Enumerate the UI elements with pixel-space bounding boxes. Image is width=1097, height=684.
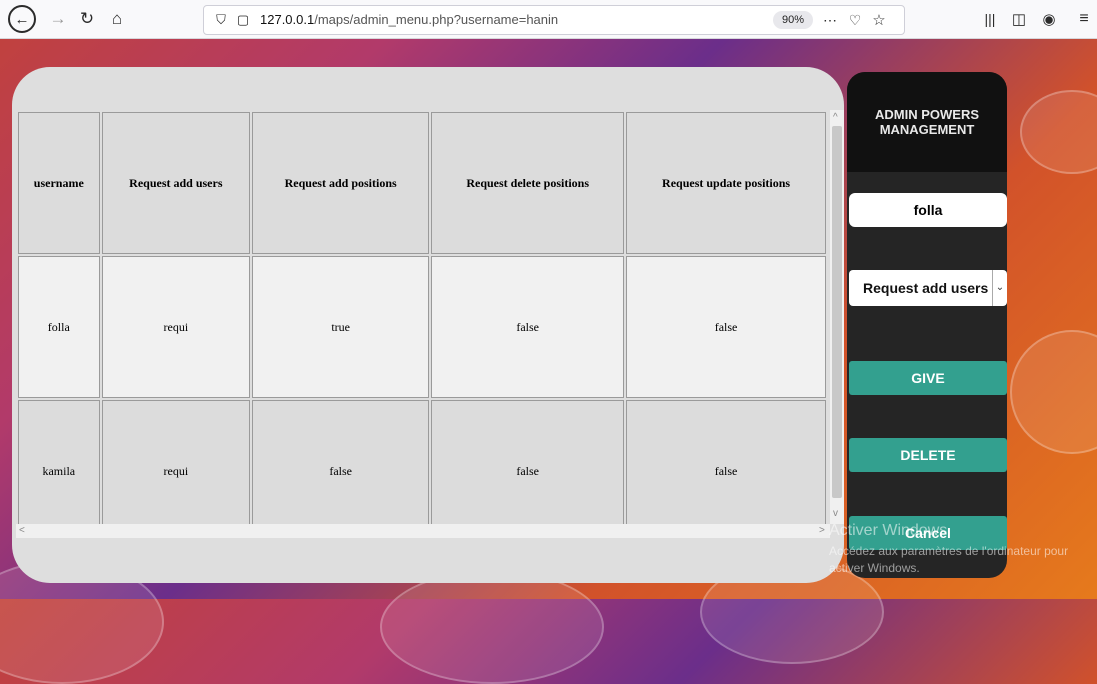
- pocket-icon[interactable]: ♡: [844, 9, 866, 31]
- table-cell: false: [431, 400, 625, 524]
- scroll-left-icon[interactable]: <: [19, 525, 25, 536]
- url-text[interactable]: 127.0.0.1/maps/admin_menu.php?username=h…: [260, 12, 558, 27]
- scroll-down-icon[interactable]: v: [833, 508, 838, 519]
- column-header-request-delete-positions: Request delete positions: [431, 112, 625, 254]
- admin-powers-panel: ADMIN POWERS MANAGEMENT Request add user…: [847, 72, 1007, 578]
- account-icon[interactable]: ◉: [1038, 8, 1060, 30]
- table-row[interactable]: folla requi true false false: [18, 256, 826, 398]
- table-cell: kamila: [18, 400, 100, 524]
- background-bubble: [380, 570, 604, 684]
- zoom-level[interactable]: 90%: [773, 11, 814, 29]
- chevron-down-icon[interactable]: ⌄: [992, 270, 1007, 306]
- back-icon[interactable]: ←: [8, 5, 36, 33]
- background-bubble: [1010, 330, 1097, 454]
- table-row[interactable]: kamila requi false false false: [18, 400, 826, 524]
- background-bubble: [1020, 90, 1097, 174]
- reload-icon[interactable]: ↻: [76, 8, 98, 30]
- shield-icon[interactable]: ⛉: [210, 9, 232, 31]
- table-cell: requi: [101, 256, 251, 398]
- home-icon[interactable]: ⌂: [106, 8, 128, 30]
- power-select-value: Request add users: [863, 280, 989, 296]
- delete-button[interactable]: DELETE: [849, 438, 1007, 472]
- table-cell: false: [626, 400, 826, 524]
- column-header-username: username: [18, 112, 100, 254]
- url-path: /maps/admin_menu.php?username=hanin: [314, 12, 559, 27]
- bookmark-star-icon[interactable]: ☆: [868, 9, 890, 31]
- requests-table-viewport: username Request add users Request add p…: [16, 110, 828, 524]
- username-input[interactable]: [849, 193, 1007, 227]
- side-panel-header: ADMIN POWERS MANAGEMENT: [847, 72, 1007, 172]
- side-panel-title: ADMIN POWERS MANAGEMENT: [875, 107, 979, 137]
- vertical-scrollbar[interactable]: ^ v: [830, 110, 844, 524]
- scroll-right-icon[interactable]: >: [819, 525, 825, 536]
- library-icon[interactable]: |||: [979, 8, 1001, 30]
- column-header-request-update-positions: Request update positions: [626, 112, 826, 254]
- table-cell: false: [431, 256, 625, 398]
- table-header-row: username Request add users Request add p…: [18, 112, 826, 254]
- table-cell: true: [252, 256, 430, 398]
- browser-toolbar: ← → ↻ ⌂ ⛉ ▢ 127.0.0.1/maps/admin_menu.ph…: [0, 0, 1097, 39]
- address-bar[interactable]: ⛉ ▢ 127.0.0.1/maps/admin_menu.php?userna…: [203, 5, 905, 35]
- column-header-request-add-positions: Request add positions: [252, 112, 430, 254]
- give-button[interactable]: GIVE: [849, 361, 1007, 395]
- page-actions-icon[interactable]: ⋯: [819, 9, 841, 31]
- table-cell: requi: [101, 400, 251, 524]
- table-cell: false: [252, 400, 430, 524]
- horizontal-scrollbar[interactable]: < >: [16, 524, 830, 538]
- requests-table: username Request add users Request add p…: [16, 110, 828, 524]
- requests-panel: username Request add users Request add p…: [12, 67, 844, 583]
- activation-watermark-text-2: activer Windows.: [829, 561, 920, 575]
- activation-watermark-title: Activer Windows: [829, 522, 948, 539]
- sidebar-icon[interactable]: ◫: [1008, 8, 1030, 30]
- forward-icon[interactable]: →: [47, 8, 69, 30]
- vertical-scroll-thumb[interactable]: [832, 126, 842, 498]
- url-host: 127.0.0.1: [260, 12, 315, 27]
- menu-icon[interactable]: ≡: [1073, 8, 1095, 30]
- power-select[interactable]: Request add users ⌄: [849, 270, 1007, 306]
- scroll-up-icon[interactable]: ^: [833, 112, 838, 123]
- table-cell: folla: [18, 256, 100, 398]
- column-header-request-add-users: Request add users: [101, 112, 251, 254]
- page-icon: ▢: [236, 12, 250, 27]
- activation-watermark-text: Accédez aux paramètres de l'ordinateur p…: [829, 544, 1069, 558]
- table-cell: false: [626, 256, 826, 398]
